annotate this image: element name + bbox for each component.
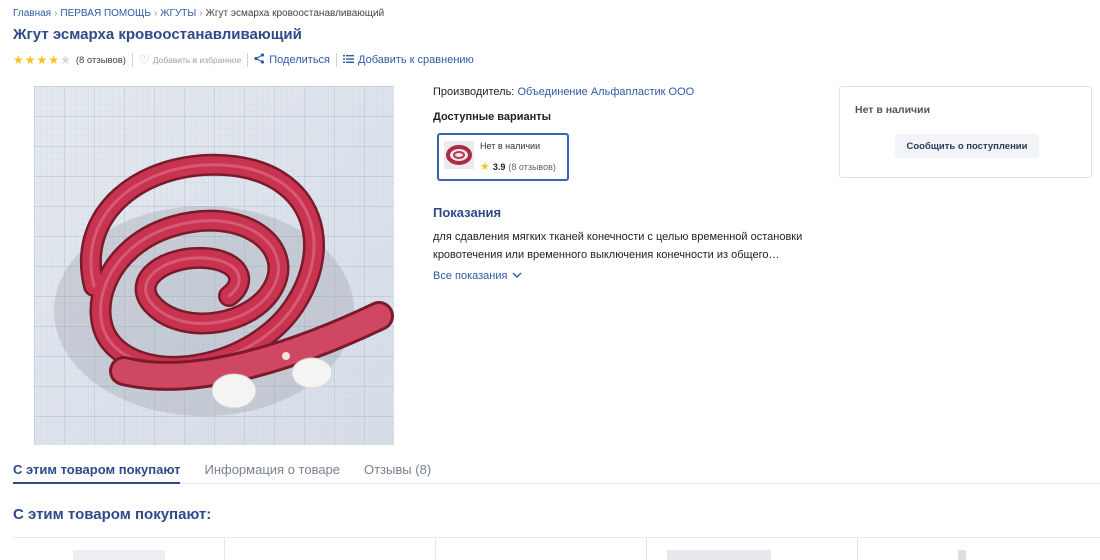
manufacturer-link[interactable]: Объединение Альфапластик ООО <box>517 86 694 98</box>
related-products-row <box>13 537 1100 560</box>
breadcrumb-tourniquets[interactable]: ЖГУТЫ <box>160 8 196 19</box>
tab-bought-together[interactable]: С этим товаром покупают <box>13 458 181 484</box>
manufacturer-label: Производитель: <box>433 86 515 98</box>
compare-list-icon <box>343 54 355 67</box>
product-image[interactable] <box>34 86 394 445</box>
star-icon: ★ <box>13 53 24 67</box>
product-tabs: С этим товаром покупают Информация о тов… <box>13 458 1100 484</box>
related-section-title: С этим товаром покупают: <box>13 506 212 523</box>
breadcrumb-separator: › <box>199 8 203 19</box>
product-meta-row: ★ ★ ★ ★ ★ (8 отзывов) ♡ Добавить в избра… <box>13 52 474 68</box>
variant-reviews: (8 отзывов) <box>508 161 556 172</box>
related-product-card[interactable] <box>857 538 1068 560</box>
variant-status: Нет в наличии <box>480 141 541 151</box>
share-label: Поделиться <box>269 54 331 66</box>
related-product-card[interactable] <box>13 538 224 560</box>
divider <box>336 53 338 67</box>
breadcrumb-first-aid[interactable]: ПЕРВАЯ ПОМОЩЬ <box>60 8 151 19</box>
variant-card[interactable]: Нет в наличии ★ 3.9 (8 отзывов) <box>437 133 569 181</box>
tab-reviews[interactable]: Отзывы (8) <box>364 458 431 484</box>
star-icon: ★ <box>480 161 490 173</box>
compare-label: Добавить к сравнению <box>358 54 474 66</box>
breadcrumb-separator: › <box>153 8 158 19</box>
indications-title: Показания <box>433 205 502 220</box>
stock-status: Нет в наличии <box>855 104 931 116</box>
related-product-card[interactable] <box>435 538 646 560</box>
related-product-card[interactable] <box>224 538 435 560</box>
star-icon: ★ <box>24 53 36 67</box>
breadcrumb-current: Жгут эсмарха кровоостанавливающий <box>205 8 385 19</box>
manufacturer: Производитель: Объединение Альфапластик … <box>433 86 833 98</box>
indications-text: для сдавления мягких тканей конечности с… <box>433 231 803 261</box>
star-empty-icon: ★ <box>60 53 71 67</box>
share-button[interactable]: Поделиться <box>254 53 330 67</box>
variant-thumbnail <box>444 141 474 169</box>
notify-availability-button[interactable]: Сообщить о поступлении <box>895 134 1039 158</box>
related-product-card[interactable] <box>646 538 857 560</box>
share-icon <box>254 53 265 67</box>
product-info: Производитель: Объединение Альфапластик … <box>433 86 833 282</box>
breadcrumb-separator: › <box>54 8 58 19</box>
reviews-count-link[interactable]: (8 отзывов) <box>76 55 126 66</box>
divider <box>247 53 249 67</box>
related-product-image <box>958 550 966 560</box>
add-to-compare-button[interactable]: Добавить к сравнению <box>343 54 474 67</box>
heart-icon: ♡ <box>138 53 150 67</box>
star-icon: ★ <box>48 53 60 67</box>
related-product-image <box>73 550 165 560</box>
breadcrumb-home[interactable]: Главная <box>13 8 51 19</box>
all-indications-link[interactable]: Все показания <box>433 270 833 282</box>
add-to-favorites-button[interactable]: ♡ Добавить в избранное <box>139 53 241 67</box>
page-title: Жгут эсмарха кровоостанавливающий <box>13 26 302 43</box>
star-icon: ★ <box>36 53 48 67</box>
breadcrumb: Главная › ПЕРВАЯ ПОМОЩЬ › ЖГУТЫ › Жгут эсмарха… <box>13 8 384 19</box>
variants-title: Доступные варианты <box>433 111 552 123</box>
variant-rating: ★ 3.9 (8 отзывов) <box>480 160 556 173</box>
favorites-label: Добавить в избранное <box>152 55 242 65</box>
variant-score: 3.9 <box>492 161 506 172</box>
divider <box>131 53 133 67</box>
tab-product-info[interactable]: Информация о товаре <box>204 458 340 484</box>
all-indications-label: Все показания <box>433 270 508 282</box>
related-product-image <box>667 550 771 560</box>
stock-panel: Нет в наличии Сообщить о поступлении <box>839 86 1092 178</box>
chevron-down-icon <box>512 271 522 282</box>
rating-stars: ★ ★ ★ ★ ★ <box>13 54 72 66</box>
